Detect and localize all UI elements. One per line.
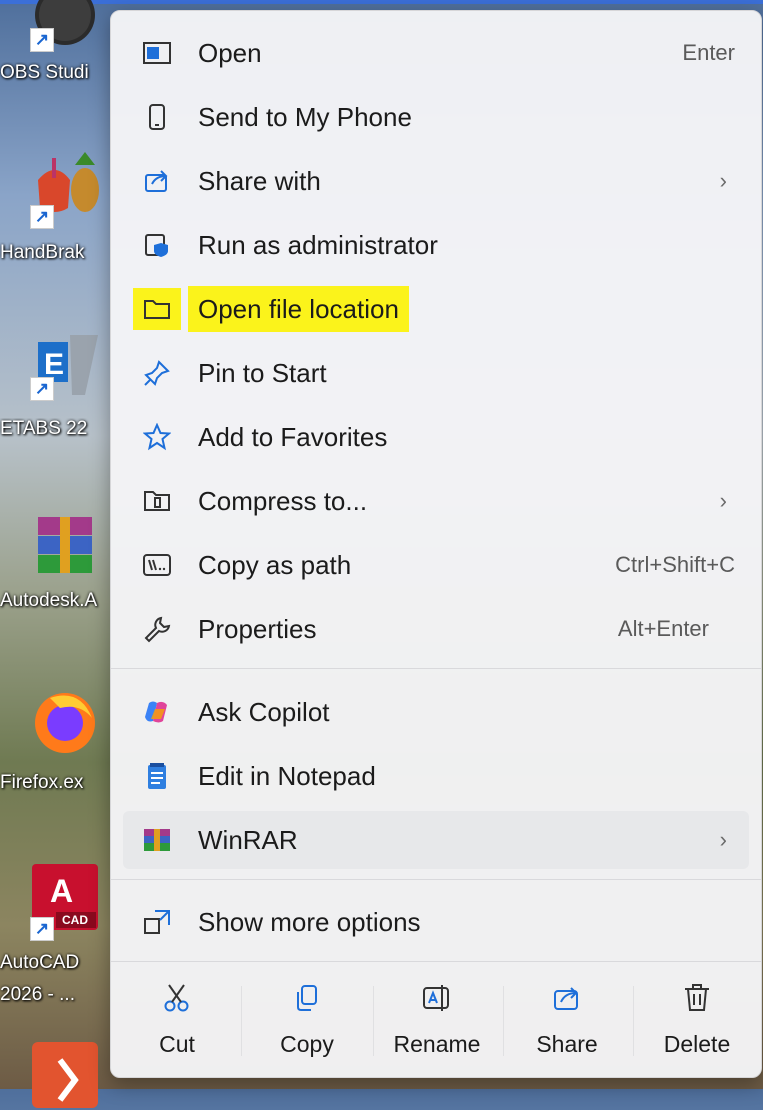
winrar-icon — [143, 826, 171, 854]
desktop-icon-label: ETABS 22 — [0, 418, 88, 439]
menu-item-share-with[interactable]: Share with › — [123, 152, 749, 210]
menu-item-properties[interactable]: Properties Alt+Enter — [123, 600, 749, 658]
menu-item-pin-to-start[interactable]: Pin to Start — [123, 344, 749, 402]
shortcut-text: Ctrl+Shift+C — [615, 552, 735, 577]
menu-item-send-to-phone[interactable]: Send to My Phone — [123, 88, 749, 146]
shortcut-arrow-icon: ↗ — [30, 205, 54, 229]
shortcut-text: Alt+Enter — [617, 616, 709, 641]
menu-item-open[interactable]: Open Enter — [123, 24, 749, 82]
path-icon — [143, 551, 171, 579]
menu-item-open-file-location[interactable]: Open file location — [123, 280, 749, 338]
share-icon — [554, 987, 578, 1010]
menu-item-ask-copilot[interactable]: Ask Copilot — [123, 683, 749, 741]
menu-separator — [111, 668, 761, 669]
quick-actions-bar: Cut Copy Rename Share Delete — [111, 971, 761, 1071]
svg-text:CAD: CAD — [62, 913, 88, 927]
folder-icon — [133, 288, 181, 330]
desktop-icon-label-line2: 2026 - ... — [0, 984, 75, 1005]
copilot-icon — [143, 698, 171, 726]
share-button[interactable]: Share — [505, 971, 629, 1071]
divider — [241, 986, 242, 1056]
desktop-icon-label: HandBrak — [0, 242, 85, 263]
divider — [373, 986, 374, 1056]
menu-item-winrar[interactable]: WinRAR › — [123, 811, 749, 869]
app-icon — [32, 1042, 98, 1108]
copy-button[interactable]: Copy — [245, 971, 369, 1071]
shortcut-text: Enter — [682, 40, 735, 65]
chevron-right-icon: › — [719, 168, 727, 193]
menu-item-add-to-favorites[interactable]: Add to Favorites — [123, 408, 749, 466]
pin-icon — [143, 359, 171, 387]
menu-item-compress-to[interactable]: Compress to... › — [123, 472, 749, 530]
chevron-right-icon: › — [719, 488, 727, 513]
shortcut-arrow-icon: ↗ — [30, 28, 54, 52]
shield-icon — [143, 231, 171, 259]
notepad-icon — [143, 762, 171, 790]
desktop-icon-label: Firefox.ex — [0, 772, 84, 793]
zip-icon — [143, 487, 171, 515]
copy-icon — [297, 985, 317, 1011]
scissors-icon — [164, 984, 189, 1012]
delete-button[interactable]: Delete — [635, 971, 759, 1071]
menu-separator — [111, 879, 761, 880]
star-icon — [143, 423, 171, 451]
svg-text:A: A — [50, 873, 73, 909]
desktop-icons: ↗ OBS Studi ↗ HandBrak E ↗ ETABS 22 Auto… — [0, 0, 120, 1108]
rename-icon — [423, 985, 449, 1011]
menu-item-run-as-admin[interactable]: Run as administrator — [123, 216, 749, 274]
menu-item-copy-as-path[interactable]: Copy as path Ctrl+Shift+C — [123, 536, 749, 594]
desktop-icon-label: Autodesk.A — [0, 590, 98, 611]
shortcut-arrow-icon: ↗ — [30, 377, 54, 401]
menu-separator — [111, 961, 761, 962]
highlighted-label: Open file location — [188, 286, 409, 332]
shortcut-arrow-icon: ↗ — [30, 917, 54, 941]
trash-icon — [685, 984, 709, 1011]
divider — [503, 986, 504, 1056]
more-options-icon — [143, 908, 171, 936]
desktop-icon-label: AutoCAD — [0, 952, 80, 973]
menu-item-edit-in-notepad[interactable]: Edit in Notepad — [123, 747, 749, 805]
share-icon — [143, 167, 171, 195]
divider — [633, 986, 634, 1056]
menu-item-show-more-options[interactable]: Show more options — [123, 893, 749, 951]
winrar-archive-icon — [38, 517, 92, 573]
phone-icon — [143, 103, 171, 131]
firefox-icon — [35, 693, 95, 753]
open-icon — [143, 39, 171, 67]
cut-button[interactable]: Cut — [115, 971, 239, 1071]
chevron-right-icon: › — [719, 827, 727, 852]
wrench-icon — [143, 615, 171, 643]
rename-button[interactable]: Rename — [375, 971, 499, 1071]
desktop-icon-label: OBS Studi — [0, 62, 89, 83]
context-menu: Open Enter Send to My Phone Share with ›… — [110, 10, 762, 1078]
